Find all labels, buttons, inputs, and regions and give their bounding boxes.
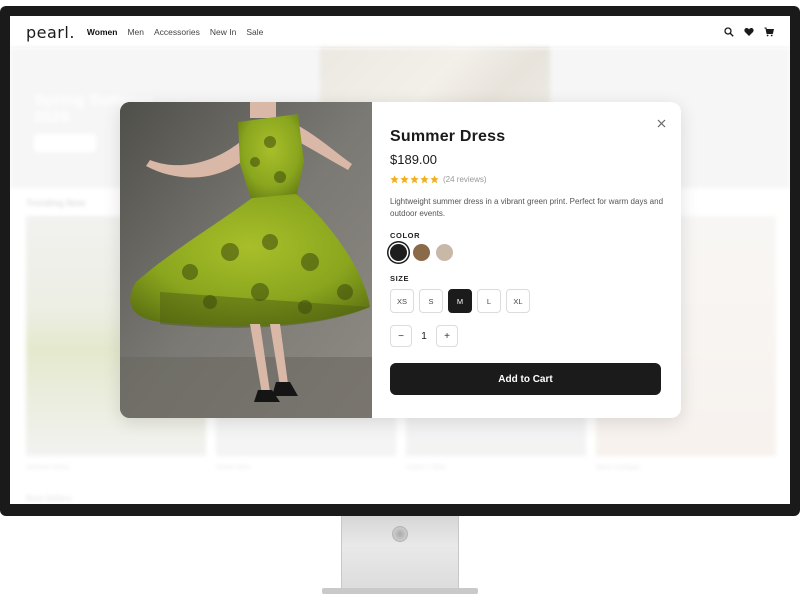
nav-links: Women Men Accessories New In Sale bbox=[87, 27, 263, 37]
nav-icons bbox=[724, 27, 774, 37]
quick-view-modal: Summer Dress $189.00 (24 reviews) Lightw… bbox=[120, 102, 681, 418]
add-to-cart-button[interactable]: Add to Cart bbox=[390, 363, 661, 395]
color-swatch-black[interactable] bbox=[390, 244, 407, 261]
star-icon bbox=[400, 175, 409, 184]
star-icon bbox=[430, 175, 439, 184]
star-icon bbox=[420, 175, 429, 184]
product-image bbox=[120, 102, 372, 418]
monitor-base bbox=[322, 588, 478, 594]
nav-link-accessories[interactable]: Accessories bbox=[154, 27, 200, 37]
size-option-m[interactable]: M bbox=[448, 289, 472, 313]
star-icon bbox=[410, 175, 419, 184]
search-icon[interactable] bbox=[724, 27, 734, 37]
star-icon bbox=[390, 175, 399, 184]
quantity-stepper: − 1 + bbox=[390, 325, 458, 347]
color-swatch-brown[interactable] bbox=[413, 244, 430, 261]
size-label: SIZE bbox=[390, 274, 410, 283]
size-option-xs[interactable]: XS bbox=[390, 289, 414, 313]
color-label: COLOR bbox=[390, 231, 421, 240]
color-swatch-beige[interactable] bbox=[436, 244, 453, 261]
screen: pearl. Women Men Accessories New In Sale bbox=[10, 16, 790, 504]
rating-stars bbox=[390, 175, 439, 184]
brand-logo[interactable]: pearl. bbox=[26, 23, 75, 42]
product-price: $189.00 bbox=[390, 152, 437, 167]
product-rating: (24 reviews) bbox=[390, 175, 487, 184]
top-nav: pearl. Women Men Accessories New In Sale bbox=[10, 16, 790, 48]
size-options: XS S M L XL bbox=[390, 289, 530, 313]
close-icon bbox=[657, 119, 665, 127]
product-details: Summer Dress $189.00 (24 reviews) Lightw… bbox=[372, 102, 681, 418]
size-option-l[interactable]: L bbox=[477, 289, 501, 313]
review-count[interactable]: (24 reviews) bbox=[443, 175, 487, 184]
increase-quantity-button[interactable]: + bbox=[436, 325, 458, 347]
size-option-xl[interactable]: XL bbox=[506, 289, 530, 313]
size-option-s[interactable]: S bbox=[419, 289, 443, 313]
nav-link-new-in[interactable]: New In bbox=[210, 27, 236, 37]
nav-link-men[interactable]: Men bbox=[127, 27, 144, 37]
nav-link-women[interactable]: Women bbox=[87, 27, 118, 37]
quantity-value: 1 bbox=[421, 330, 427, 342]
nav-link-sale[interactable]: Sale bbox=[246, 27, 263, 37]
heart-icon[interactable] bbox=[744, 27, 754, 37]
close-button[interactable] bbox=[654, 116, 668, 130]
stand-cable-hole bbox=[392, 526, 408, 542]
color-options bbox=[390, 244, 453, 261]
decrease-quantity-button[interactable]: − bbox=[390, 325, 412, 347]
product-title: Summer Dress bbox=[390, 128, 506, 145]
monitor-frame: pearl. Women Men Accessories New In Sale bbox=[0, 6, 800, 516]
product-description: Lightweight summer dress in a vibrant gr… bbox=[390, 197, 664, 218]
cart-icon[interactable] bbox=[764, 27, 774, 37]
